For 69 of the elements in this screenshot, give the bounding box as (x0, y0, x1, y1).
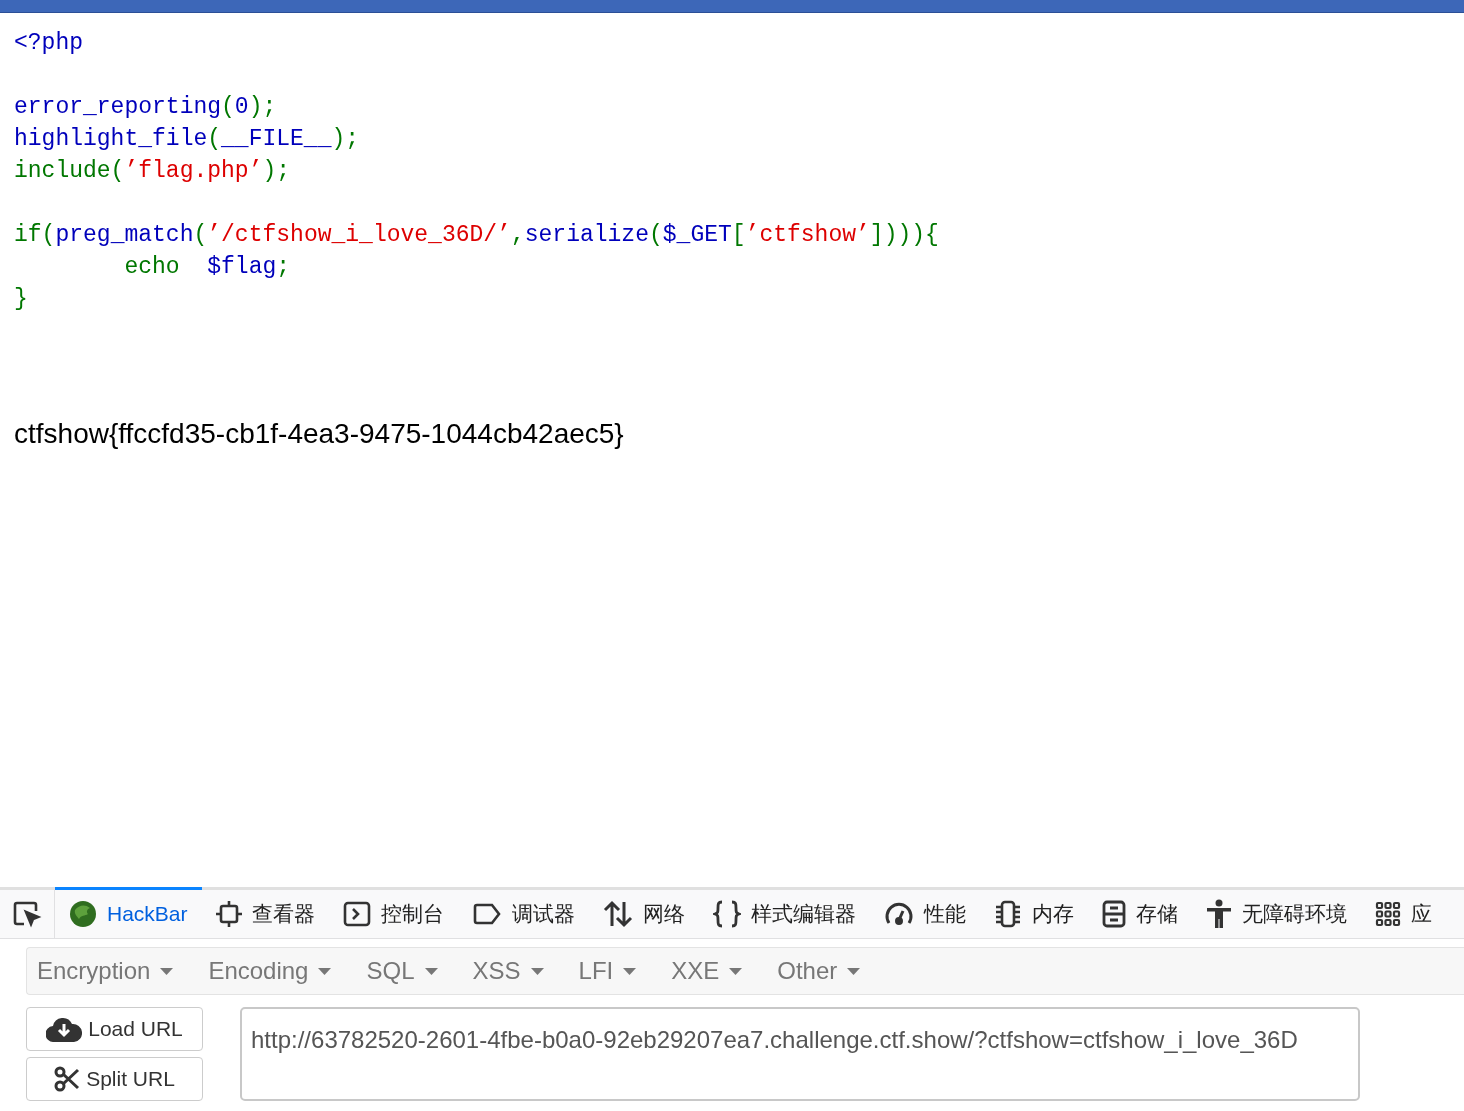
caret-icon (623, 967, 637, 975)
code-token: error_reporting (14, 93, 222, 122)
cloud-download-icon (46, 1016, 83, 1042)
menu-dropdown[interactable]: LFI (578, 953, 672, 989)
devtools-tab[interactable]: 网络 (588, 887, 699, 938)
grid-icon (1374, 901, 1401, 927)
devtools-tab[interactable]: 性能 (869, 887, 980, 938)
caret-icon (847, 967, 861, 975)
code-token: } (14, 285, 28, 314)
menu-dropdown[interactable]: XXE (671, 953, 778, 989)
code-token: ’flag.php’ (124, 157, 263, 186)
code-token: ]))){ (869, 221, 939, 250)
code-token: ( (207, 125, 222, 154)
load-url-button[interactable]: Load URL (26, 1007, 203, 1051)
split-url-button[interactable]: Split URL (26, 1057, 203, 1101)
globe-icon (69, 900, 97, 928)
menu-dropdown[interactable]: SQL (366, 953, 473, 989)
code-token: ’ctfshow’ (745, 221, 870, 250)
code-token: , (510, 221, 525, 250)
code-token: include( (14, 157, 125, 186)
code-token: ); (262, 157, 291, 186)
scissors-icon (54, 1066, 81, 1092)
devtools-tab[interactable]: 样式编辑器 (698, 887, 870, 938)
code-token: preg_match (55, 221, 194, 250)
url-input-field[interactable]: http://63782520-2601-4fbe-b0a0-92eb29207ea7.challenge.ctf.show/?ctfshow=ctfshow_i_love_36D (240, 1007, 1360, 1101)
caret-icon (530, 967, 544, 975)
code-token: echo (123, 253, 181, 282)
crosshair-box-icon (215, 900, 242, 928)
code-token: ’/ctfshow_i_love_36D/’ (207, 221, 511, 250)
code-token: $flag (207, 253, 277, 282)
gauge-icon (883, 901, 914, 927)
menu-dropdown[interactable]: XSS (472, 953, 579, 989)
code-token: ( (648, 221, 663, 250)
devtools-tab[interactable]: 无障碍环境 (1191, 887, 1361, 938)
devtools-tab[interactable]: 调试器 (457, 887, 589, 938)
tag-icon (471, 903, 502, 925)
terminal-icon (342, 901, 371, 927)
code-token: if( (14, 221, 56, 250)
menu-dropdown[interactable]: Encoding (208, 953, 367, 989)
chip-icon (993, 900, 1022, 928)
code-token: 0 (234, 93, 249, 122)
code-token: __FILE__ (221, 125, 332, 154)
code-token: highlight_file (14, 125, 208, 154)
devtools-tab[interactable]: 存储 (1087, 887, 1192, 938)
devtools-tab[interactable]: 内存 (979, 887, 1088, 938)
person-icon (1205, 899, 1232, 929)
braces-icon (712, 900, 741, 928)
devtools-tab[interactable]: 应 (1360, 887, 1446, 938)
code-token: ( (193, 221, 208, 250)
code-token: ; (276, 253, 291, 282)
code-token: $_GET (662, 221, 732, 250)
cabinet-icon (1101, 900, 1126, 928)
caret-icon (318, 967, 332, 975)
flag-output: ctfshow{ffccfd35-cb1f-4ea3-9475-1044cb42aec5} (13, 417, 625, 451)
up-down-arrows-icon (602, 900, 633, 928)
menu-dropdown[interactable]: Encryption (37, 953, 209, 989)
code-token: ); (248, 93, 277, 122)
code-token: ( (221, 93, 235, 122)
code-token: <?php (14, 29, 83, 58)
devtools-tab[interactable]: 控制台 (328, 887, 458, 938)
caret-icon (424, 967, 438, 975)
pointer-icon (12, 900, 42, 928)
code-token: ); (331, 125, 360, 154)
caret-icon (729, 967, 743, 975)
code-token: [ (731, 221, 746, 250)
devtools-tab[interactable]: 查看器 (201, 887, 329, 938)
caret-icon (160, 967, 174, 975)
code-token: serialize (524, 221, 649, 250)
menu-dropdown[interactable]: Other (777, 953, 896, 989)
